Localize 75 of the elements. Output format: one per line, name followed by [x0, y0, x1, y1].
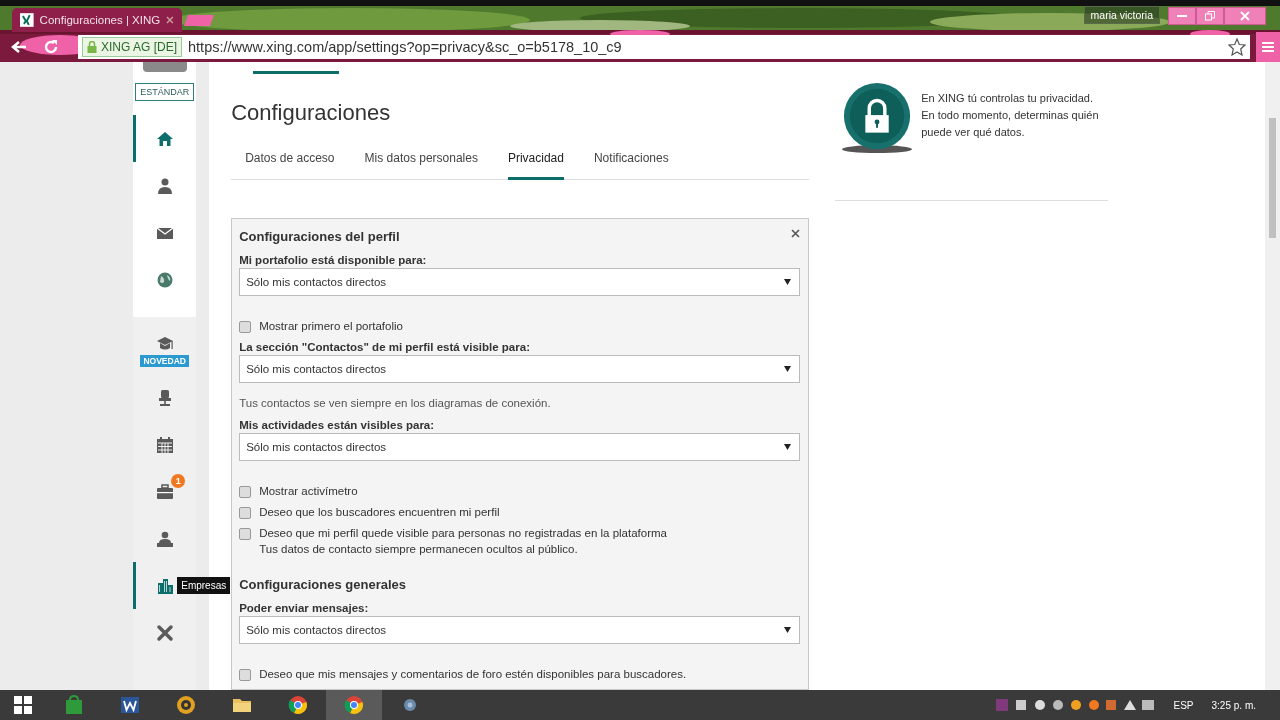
minimize-button[interactable]: [1168, 7, 1196, 25]
hint-text: Tus datos de contacto siempre permanecen ocultos al público.: [259, 543, 579, 555]
taskbar-app[interactable]: [326, 690, 382, 720]
new-badge: NOVEDAD: [140, 354, 189, 367]
checkbox[interactable]: [239, 321, 252, 333]
dropdown[interactable]: Sólo mis contactos directos: [239, 433, 801, 461]
browser-icon: [343, 694, 365, 716]
menu-button[interactable]: [1256, 32, 1280, 62]
url-text: https://www.xing.com/app/settings?op=privacy&sc_o=b5178_10_c9: [188, 39, 623, 55]
back-arrow-icon: [11, 40, 27, 54]
restore-button[interactable]: [1196, 7, 1224, 25]
dropdown[interactable]: Sólo mis contactos directos: [239, 355, 801, 383]
checkbox-label: Mostrar activímetro: [259, 485, 358, 497]
close-button[interactable]: [1224, 7, 1266, 25]
menu-icon: [1262, 41, 1274, 53]
section-heading: Configuraciones del perfil: [239, 229, 400, 244]
caret-icon: [784, 366, 792, 372]
disc-icon: [175, 694, 197, 716]
close-icon[interactable]: [791, 229, 801, 238]
caret-icon: [784, 444, 792, 450]
padlock-icon: [841, 82, 914, 156]
clock[interactable]: 3:25 p. m.: [1211, 699, 1256, 711]
checkbox[interactable]: [239, 669, 252, 681]
language-indicator[interactable]: ESP: [1173, 699, 1194, 711]
document-icon: [119, 694, 141, 716]
section-heading: Configuraciones generales: [239, 577, 407, 592]
checkbox[interactable]: [239, 528, 252, 540]
settings-tab[interactable]: Datos de acceso: [245, 151, 335, 180]
restore-icon: [1205, 11, 1215, 21]
tooltip: Empresas: [177, 577, 231, 594]
desk-icon: [155, 529, 174, 548]
person-icon: [155, 176, 174, 195]
notification-badge: 1: [171, 474, 186, 488]
star-icon[interactable]: [1228, 38, 1246, 56]
minimize-icon: [1177, 14, 1187, 18]
close-icon[interactable]: [166, 16, 174, 24]
page-title: Configuraciones: [231, 100, 392, 126]
profile-button[interactable]: maria victoria: [1083, 6, 1160, 24]
buildings-icon: [155, 576, 174, 595]
calendar-icon: [155, 435, 174, 454]
checkbox[interactable]: [239, 507, 252, 519]
home-icon: [155, 129, 174, 148]
browser-icon: [287, 694, 309, 716]
caret-icon: [784, 279, 792, 285]
field-label: Mi portafolio está disponible para:: [239, 254, 428, 266]
briefcase-icon: [155, 482, 174, 501]
address-bar[interactable]: XING AG [DE] https://www.xing.com/app/settings?op=privacy&sc_o=b5178_10_c9: [78, 35, 1250, 59]
field-label: Mis actividades están visibles para:: [239, 419, 436, 431]
site-identity: XING AG [DE]: [82, 37, 183, 57]
settings-tab[interactable]: Notificaciones: [593, 151, 669, 180]
field-label: Poder enviar mensajes:: [239, 602, 370, 614]
lock-icon: [87, 41, 97, 53]
shopping-bag-icon: [63, 694, 85, 716]
avatar[interactable]: [142, 62, 187, 72]
info-text: En XING tú controlas tu privacidad. En todo momento, determinas quién puede ver qué datos.: [921, 91, 1100, 140]
reload-icon: [43, 39, 59, 55]
membership-badge: ESTÁNDAR: [135, 83, 195, 101]
checkbox-label: Mostrar primero el portafolio: [259, 320, 403, 332]
checkbox-label: Deseo que mis mensajes y comentarios de foro estén disponibles para buscadores.: [259, 668, 687, 680]
browser-tab[interactable]: Configuraciones | XING: [12, 8, 182, 32]
dropdown[interactable]: Sólo mis contactos directos: [239, 268, 801, 296]
settings-tab[interactable]: Privacidad: [507, 151, 564, 180]
hint-text: Tus contactos se ven siempre en los diagramas de conexión.: [239, 397, 552, 409]
globe-icon: [155, 270, 174, 289]
caret-icon: [784, 627, 792, 633]
checkbox-label: Deseo que los buscadores encuentren mi perfil: [259, 506, 500, 518]
site-icon: [20, 13, 34, 27]
checkbox[interactable]: [239, 486, 252, 498]
windows-icon: [14, 696, 32, 714]
settings-tab[interactable]: Mis datos personales: [364, 151, 478, 180]
checkbox-label: Deseo que mi perfil quede visible para personas no registradas en la plataforma: [259, 527, 667, 539]
dropdown[interactable]: Sólo mis contactos directos: [239, 616, 801, 644]
field-label: La sección "Contactos" de mi perfil está visible para:: [239, 341, 531, 353]
scrollbar[interactable]: [1265, 62, 1280, 690]
close-icon: [1240, 11, 1250, 21]
